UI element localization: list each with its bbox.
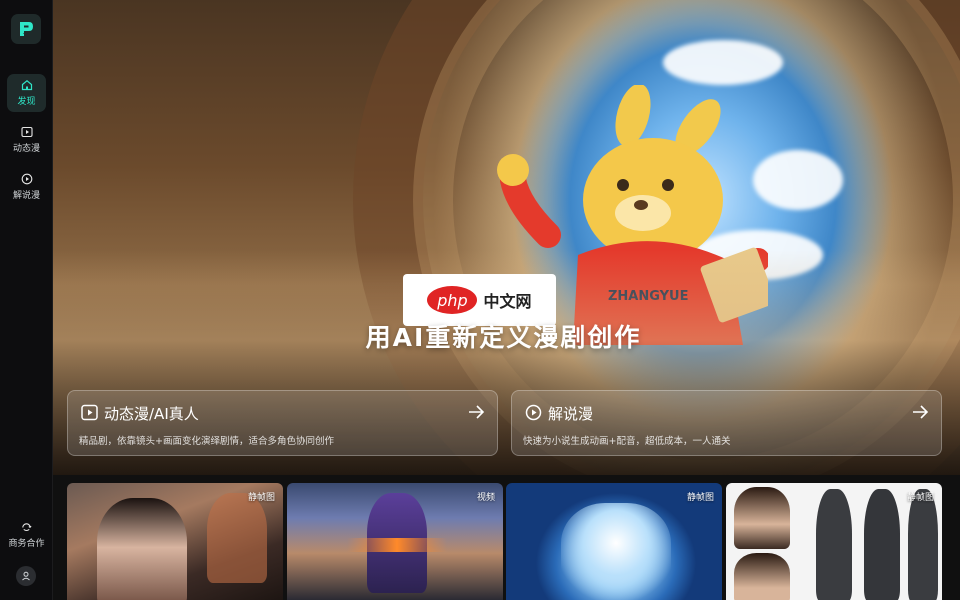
thruster-flame-image (347, 538, 447, 552)
character-sheet-body-image (864, 489, 900, 600)
business-cooperation-button[interactable]: 商务合作 (0, 522, 53, 549)
card-description: 精品剧，依靠镜头+画面变化演绎剧情，适合多角色协同创作 (79, 436, 334, 447)
sidebar-item-label: 解说漫 (12, 191, 40, 201)
watermark-text: 中文网 (483, 292, 532, 311)
gallery-item[interactable]: 视频 (287, 483, 503, 600)
sidebar: 发现 动态漫 解说漫 商务合作 (0, 0, 53, 600)
sidebar-item-dynamic-comic[interactable]: 动态漫 (7, 121, 46, 159)
sidebar-item-label: 发现 (17, 97, 36, 107)
card-description: 快速为小说生成动画+配音，超低成本，一人通关 (523, 436, 731, 447)
gallery-item[interactable]: 静帧图 (67, 483, 283, 600)
card-title: 动态漫/AI真人 (104, 405, 199, 423)
card-dynamic-comic-ai-real[interactable]: 动态漫/AI真人 精品剧，依靠镜头+画面变化演绎剧情，适合多角色协同创作 (67, 390, 498, 456)
gallery-item[interactable]: 静帧图 (506, 483, 722, 600)
arrow-right-icon (913, 405, 929, 419)
hero-title: 用AI重新定义漫剧创作 (365, 323, 642, 352)
media-type-tag: 静帧图 (686, 493, 714, 503)
sidebar-item-label: 动态漫 (12, 144, 40, 154)
character-portrait-image (97, 498, 187, 600)
card-title: 解说漫 (548, 405, 594, 423)
play-square-icon (20, 126, 33, 138)
ice-dragon-image (561, 503, 671, 600)
php-brand-mark: php (427, 286, 478, 314)
arrow-right-icon (469, 405, 485, 419)
character-sheet-face-image (734, 487, 790, 549)
media-type-tag: 静帧图 (247, 493, 275, 503)
user-avatar[interactable] (16, 566, 36, 586)
user-icon (22, 571, 30, 581)
business-cooperation-label: 商务合作 (8, 539, 45, 549)
mecha-image (207, 493, 267, 583)
character-sheet-face-image (734, 553, 790, 600)
media-type-tag: 静帧图 (906, 493, 934, 503)
character-sheet-body-image (908, 489, 938, 600)
gallery-item[interactable]: 静帧图 (726, 483, 942, 600)
home-icon (21, 80, 32, 91)
app-logo[interactable] (11, 14, 41, 44)
cloud-decoration (663, 40, 783, 85)
card-narration-comic[interactable]: 解说漫 快速为小说生成动画+配音，超低成本，一人通关 (511, 390, 942, 456)
handshake-icon (22, 523, 32, 531)
media-type-tag: 视频 (476, 493, 495, 503)
sidebar-item-discover[interactable]: 发现 (7, 74, 46, 112)
character-sheet-body-image (816, 489, 852, 600)
play-circle-icon (21, 173, 32, 185)
play-square-icon (81, 404, 98, 421)
hero-banner: ZHANGYUE php 中文网 用AI重新定义漫剧创作 动态漫/AI真人 精品… (53, 0, 960, 475)
play-circle-icon (525, 404, 542, 421)
logo-icon (20, 22, 33, 36)
sidebar-item-narration-comic[interactable]: 解说漫 (7, 168, 46, 206)
